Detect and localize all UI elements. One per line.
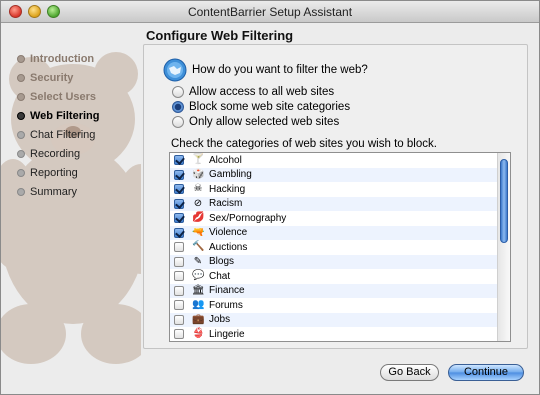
category-checkbox[interactable]: [174, 198, 184, 209]
category-checkbox[interactable]: [174, 329, 184, 340]
category-checkbox[interactable]: [174, 314, 184, 325]
category-label: Hacking: [209, 183, 246, 195]
lingerie-icon: 👙: [192, 328, 205, 340]
filter-option-1[interactable]: Allow access to all web sites: [172, 86, 334, 98]
title-bar: ContentBarrier Setup Assistant: [1, 1, 539, 23]
pen-icon: ✎: [193, 255, 203, 267]
filter-option-3[interactable]: Only allow selected web sites: [172, 116, 339, 128]
setup-assistant-window: ContentBarrier Setup Assistant Introduct…: [0, 0, 540, 395]
category-row-jobs[interactable]: 💼 Jobs: [170, 312, 510, 327]
radio-button[interactable]: [172, 101, 184, 113]
category-row-racism[interactable]: ⊘ Racism: [170, 196, 510, 211]
category-row-forums[interactable]: 👥 Forums: [170, 298, 510, 313]
category-row-alcohol[interactable]: 🍸 Alcohol: [170, 153, 510, 168]
step-reporting: Reporting: [17, 163, 99, 182]
category-checkbox[interactable]: [174, 271, 184, 282]
step-recording: Recording: [17, 144, 99, 163]
category-checkbox[interactable]: [174, 213, 184, 224]
category-row-lingerie[interactable]: 👙 Lingerie: [170, 327, 510, 341]
go-back-button[interactable]: Go Back: [380, 364, 439, 381]
categories-instruction: Check the categories of web sites you wi…: [171, 138, 437, 150]
radio-button[interactable]: [172, 86, 184, 98]
category-label: Auctions: [209, 241, 248, 253]
step-label: Recording: [30, 147, 81, 160]
kiss-icon: 💋: [192, 212, 205, 224]
step-label: Introduction: [30, 52, 95, 65]
step-select-users: Select Users: [17, 87, 99, 106]
category-row-sex-pornography[interactable]: 💋 Sex/Pornography: [170, 211, 510, 226]
step-label: Security: [30, 71, 74, 84]
step-bullet-icon: [17, 130, 25, 139]
step-web-filtering: Web Filtering: [17, 106, 99, 125]
step-summary: Summary: [17, 182, 99, 201]
bottle-icon: 🍸: [192, 154, 205, 166]
page-title: Configure Web Filtering: [146, 28, 294, 43]
step-bullet-icon: [17, 73, 25, 82]
category-row-gambling[interactable]: 🎲 Gambling: [170, 167, 510, 182]
step-bullet-icon: [17, 92, 25, 101]
step-label: Select Users: [30, 90, 97, 103]
category-checkbox[interactable]: [174, 184, 184, 195]
radio-label: Allow access to all web sites: [189, 86, 335, 98]
setup-steps-list: Introduction Security Select Users Web Filt…: [17, 49, 99, 201]
category-label: Violence: [209, 227, 248, 239]
step-label: Web Filtering: [30, 109, 100, 122]
radio-label: Only allow selected web sites: [189, 116, 340, 128]
category-label: Blogs: [209, 256, 235, 268]
sidebar: Introduction Security Select Users Web Filt…: [1, 24, 141, 364]
category-label: Lingerie: [209, 328, 245, 340]
continue-button[interactable]: Continue: [448, 364, 524, 381]
step-label: Summary: [30, 185, 78, 198]
category-checkbox[interactable]: [174, 242, 184, 253]
category-list[interactable]: 🍸 Alcohol 🎲 Gambling ☠ Hacking ⊘ Racism 💋 Sex/Por…: [169, 152, 511, 342]
category-checkbox[interactable]: [174, 155, 184, 166]
gun-icon: 🔫: [192, 226, 205, 238]
prohibited-icon: ⊘: [193, 197, 203, 209]
category-label: Jobs: [209, 314, 231, 326]
step-security: Security: [17, 68, 99, 87]
scrollbar-thumb[interactable]: [500, 159, 508, 243]
category-list-scrollbar[interactable]: [497, 153, 510, 341]
chat-bubble-icon: 💬: [192, 270, 205, 282]
step-bullet-icon: [17, 187, 25, 196]
step-bullet-icon: [17, 168, 25, 177]
category-row-violence[interactable]: 🔫 Violence: [170, 225, 510, 240]
radio-label: Block some web site categories: [189, 101, 351, 113]
category-row-blogs[interactable]: ✎ Blogs: [170, 254, 510, 269]
category-label: Racism: [209, 198, 243, 210]
step-chat-filtering: Chat Filtering: [17, 125, 99, 144]
skull-icon: ☠: [193, 183, 203, 195]
window-title: ContentBarrier Setup Assistant: [187, 5, 353, 19]
category-label: Alcohol: [209, 154, 242, 166]
category-checkbox[interactable]: [174, 169, 184, 180]
briefcase-icon: 💼: [192, 313, 205, 325]
category-row-finance[interactable]: 🏛 Finance: [170, 283, 510, 298]
globe-filter-icon: [163, 58, 187, 82]
category-row-hacking[interactable]: ☠ Hacking: [170, 182, 510, 197]
bank-icon: 🏛: [192, 284, 205, 296]
step-introduction: Introduction: [17, 49, 99, 68]
people-icon: 👥: [192, 299, 205, 311]
radio-button[interactable]: [172, 116, 184, 128]
category-checkbox[interactable]: [174, 285, 184, 296]
step-bullet-icon: [17, 111, 25, 120]
step-bullet-icon: [17, 149, 25, 158]
category-label: Sex/Pornography: [209, 212, 287, 224]
category-row-chat[interactable]: 💬 Chat: [170, 269, 510, 284]
filter-question: How do you want to filter the web?: [192, 64, 368, 76]
category-label: Gambling: [209, 169, 252, 181]
category-checkbox[interactable]: [174, 227, 184, 238]
step-label: Chat Filtering: [30, 128, 96, 141]
category-checkbox[interactable]: [174, 300, 184, 311]
dice-icon: 🎲: [192, 168, 205, 180]
category-label: Forums: [209, 299, 243, 311]
category-label: Chat: [209, 270, 231, 282]
gavel-icon: 🔨: [192, 241, 205, 253]
category-row-auctions[interactable]: 🔨 Auctions: [170, 240, 510, 255]
filter-option-2[interactable]: Block some web site categories: [172, 101, 350, 113]
step-label: Reporting: [30, 166, 78, 179]
category-label: Finance: [209, 285, 245, 297]
step-bullet-icon: [17, 54, 25, 63]
category-checkbox[interactable]: [174, 256, 184, 267]
